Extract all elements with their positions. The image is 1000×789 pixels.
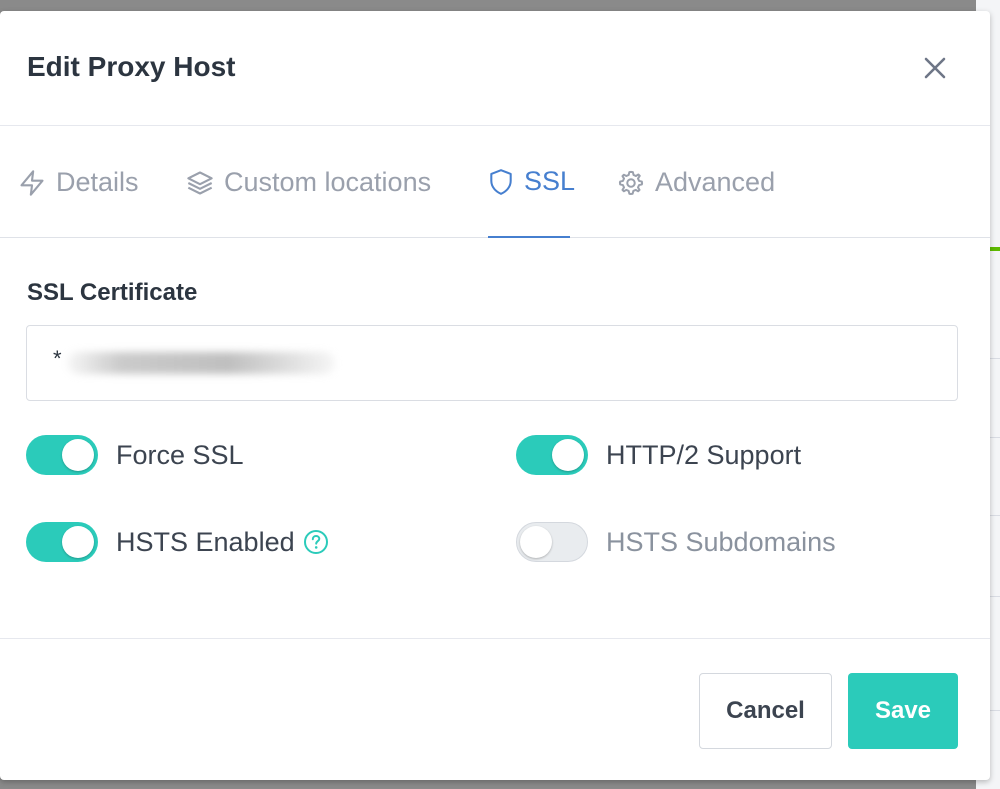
background-status-bar bbox=[990, 247, 1000, 251]
tab-label: Advanced bbox=[655, 167, 776, 197]
tab-label: Custom locations bbox=[224, 167, 432, 197]
toggle-knob bbox=[62, 439, 94, 471]
toggle-knob bbox=[552, 439, 584, 471]
help-icon[interactable] bbox=[303, 529, 329, 555]
toggle-label: HSTS Subdomains bbox=[606, 526, 836, 557]
bolt-icon bbox=[20, 169, 44, 196]
background-divider bbox=[990, 515, 1000, 516]
tab-advanced[interactable]: Advanced bbox=[617, 127, 775, 238]
background-divider bbox=[990, 596, 1000, 597]
tab-details[interactable]: Details bbox=[18, 127, 139, 238]
background-divider bbox=[990, 358, 1000, 359]
modal-title: Edit Proxy Host bbox=[27, 51, 236, 82]
hsts-subdomains-toggle[interactable]: HSTS Subdomains bbox=[516, 522, 836, 562]
background-divider bbox=[990, 710, 1000, 711]
toggle-label: HTTP/2 Support bbox=[606, 439, 802, 470]
toggle-knob bbox=[520, 526, 552, 558]
ssl-certificate-label: SSL Certificate bbox=[27, 279, 198, 306]
close-button[interactable] bbox=[918, 51, 952, 85]
tab-ssl[interactable]: SSL bbox=[488, 127, 575, 238]
redacted-domain bbox=[67, 352, 335, 374]
modal-header: Edit Proxy Host bbox=[0, 11, 990, 126]
cancel-button[interactable]: Cancel bbox=[699, 673, 832, 749]
tab-label: Details bbox=[56, 167, 139, 197]
http2-support-toggle[interactable]: HTTP/2 Support bbox=[516, 435, 801, 475]
toggle-label: Force SSL bbox=[116, 439, 244, 470]
toggle-switch[interactable] bbox=[516, 522, 588, 562]
save-button[interactable]: Save bbox=[848, 673, 958, 749]
tab-bar: Details Custom locations SSL Advanced bbox=[0, 127, 990, 238]
hsts-enabled-toggle[interactable]: HSTS Enabled bbox=[26, 522, 329, 562]
ssl-certificate-select[interactable]: * bbox=[26, 325, 958, 401]
toggle-switch[interactable] bbox=[26, 435, 98, 475]
ssl-certificate-value: * bbox=[53, 346, 62, 371]
toggle-switch[interactable] bbox=[516, 435, 588, 475]
tab-custom-locations[interactable]: Custom locations bbox=[186, 127, 431, 238]
modal-footer: Cancel Save bbox=[0, 638, 990, 780]
toggle-knob bbox=[62, 526, 94, 558]
toggle-switch[interactable] bbox=[26, 522, 98, 562]
force-ssl-toggle[interactable]: Force SSL bbox=[26, 435, 244, 475]
gear-icon bbox=[618, 170, 644, 195]
shield-icon bbox=[490, 168, 512, 195]
toggle-label: HSTS Enabled bbox=[116, 526, 295, 557]
edit-proxy-host-modal: Edit Proxy Host Details Custom locations bbox=[0, 11, 990, 780]
background-divider bbox=[990, 437, 1000, 438]
close-icon bbox=[924, 57, 946, 79]
layers-icon bbox=[187, 170, 213, 195]
tab-label: SSL bbox=[524, 166, 576, 196]
